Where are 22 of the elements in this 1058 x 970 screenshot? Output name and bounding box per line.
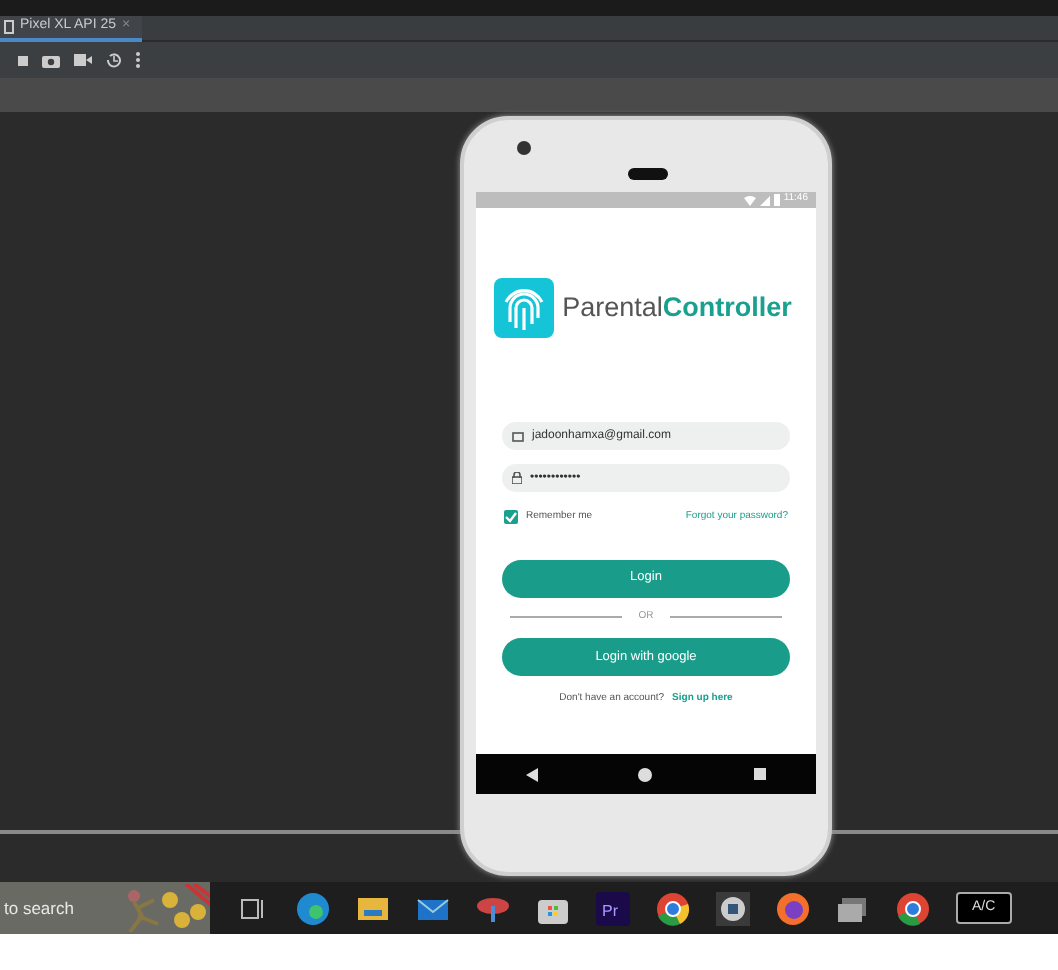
mail-icon xyxy=(512,431,524,441)
taskbar-search-box[interactable]: to search xyxy=(0,882,210,934)
chrome-icon[interactable] xyxy=(896,891,930,925)
remember-checkbox[interactable] xyxy=(504,510,518,525)
firefox-icon[interactable] xyxy=(776,891,810,925)
phone-icon xyxy=(4,20,14,34)
camera-lens-icon xyxy=(516,140,532,156)
recents-icon[interactable] xyxy=(753,768,766,780)
back-icon[interactable] xyxy=(526,767,539,781)
emulator-icon[interactable] xyxy=(716,891,750,925)
speaker-icon xyxy=(628,168,668,180)
stop-icon[interactable] xyxy=(18,55,28,65)
chrome-icon[interactable] xyxy=(656,891,690,925)
app-logo-text: ParentalController xyxy=(562,289,792,326)
home-icon[interactable] xyxy=(638,767,653,781)
browser-icon[interactable] xyxy=(296,891,330,925)
video-camera-icon[interactable] xyxy=(74,54,92,66)
premiere-icon[interactable]: Pr xyxy=(596,891,630,925)
rewind-icon[interactable] xyxy=(106,52,122,68)
camera-icon[interactable] xyxy=(42,53,60,67)
lock-icon xyxy=(512,472,522,484)
fingerprint-logo-icon xyxy=(494,278,555,338)
